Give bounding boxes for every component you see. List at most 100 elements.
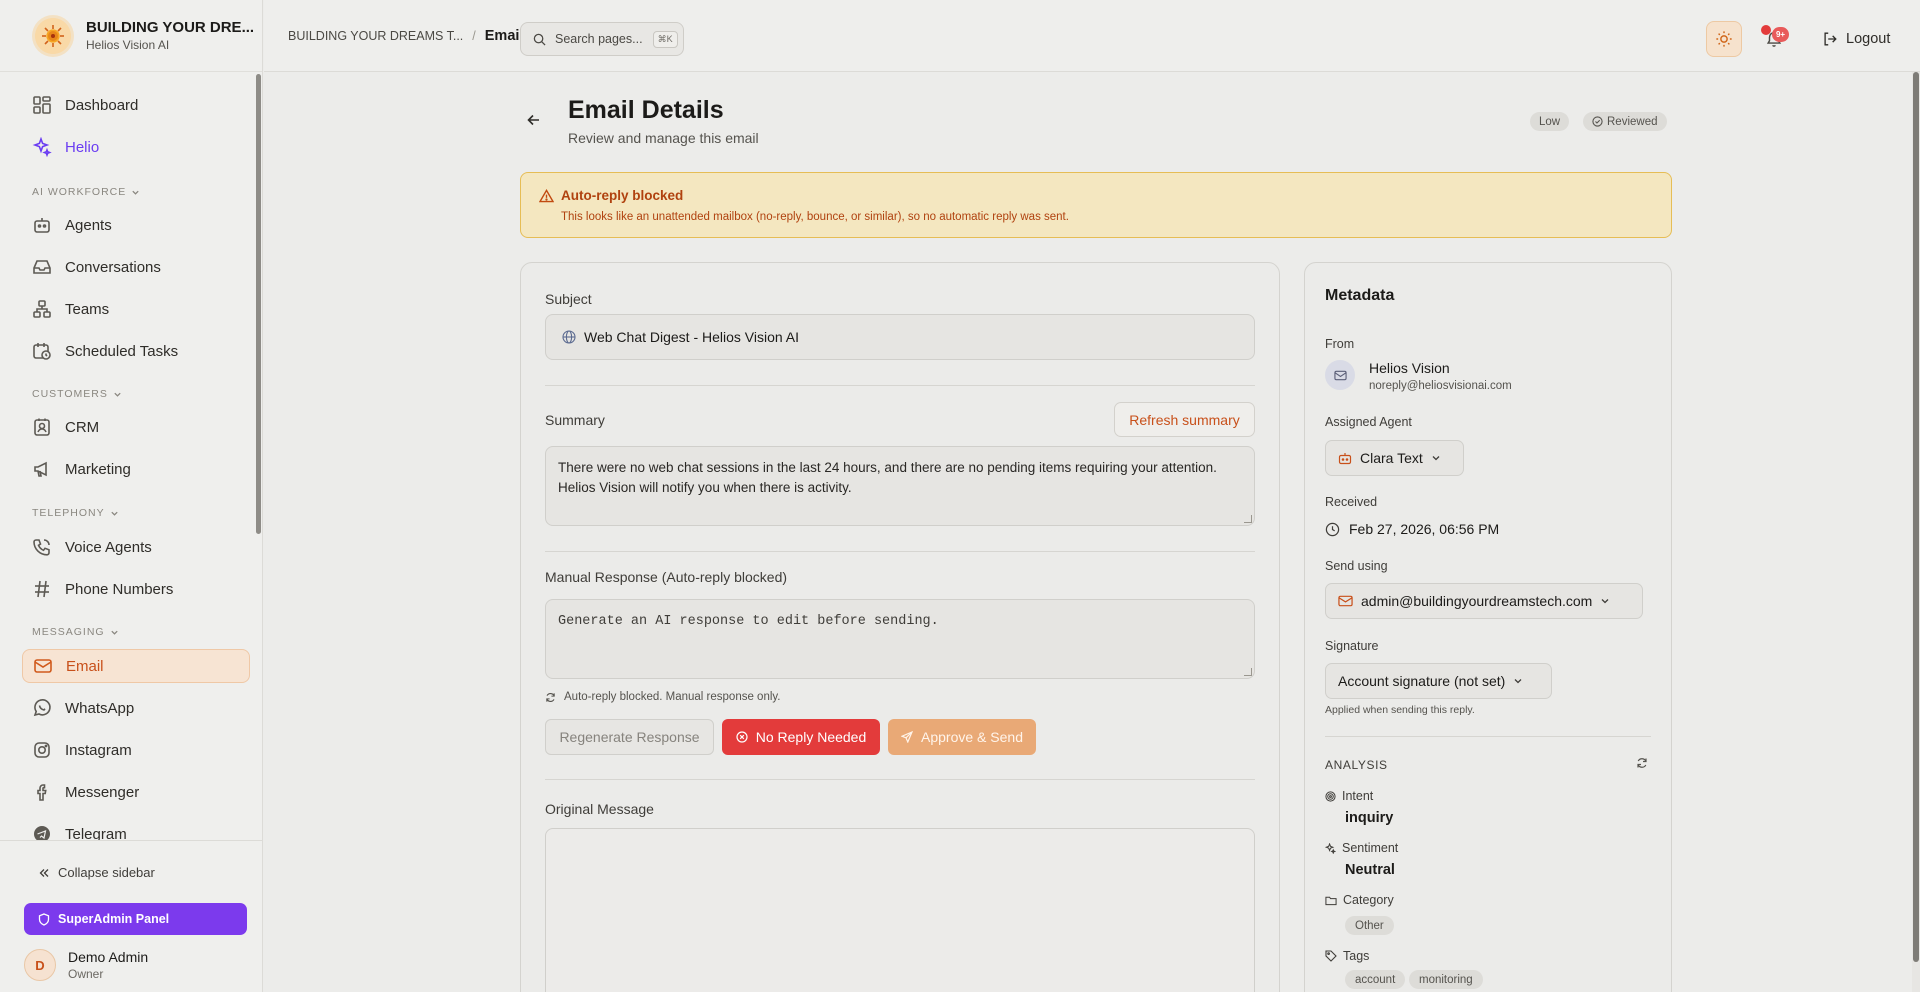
sidebar-item-agents[interactable]: Agents <box>22 208 250 242</box>
whatsapp-icon <box>33 699 51 717</box>
page-scrollbar-thumb[interactable] <box>1913 72 1919 962</box>
arrow-left-icon <box>527 114 539 126</box>
send-using-select[interactable]: admin@buildingyourdreamstech.com <box>1325 583 1643 619</box>
clock-icon <box>1325 522 1340 536</box>
chevron-down-icon <box>114 392 121 397</box>
sun-icon <box>1716 31 1732 47</box>
sidebar-item-label: Helio <box>65 138 100 156</box>
sidebar-item-label: Email <box>66 657 104 675</box>
sidebar-scrollbar[interactable] <box>256 74 261 534</box>
email-card: Subject Web Chat Digest - Helios Vision … <box>520 262 1280 992</box>
chevron-down-icon <box>1514 679 1522 684</box>
sidebar-item-label: Instagram <box>65 741 132 759</box>
robot-icon <box>34 218 50 233</box>
regenerate-label: Regenerate Response <box>559 729 700 745</box>
from-label: From <box>1325 337 1355 351</box>
refresh-icon <box>546 692 555 702</box>
status-label: Reviewed <box>1607 115 1658 128</box>
sidebar-item-phone-numbers[interactable]: Phone Numbers <box>22 572 250 606</box>
section-messaging[interactable]: MESSAGING <box>32 626 119 638</box>
section-ai-workforce[interactable]: AI WORKFORCE <box>32 186 140 198</box>
notification-dot <box>1761 25 1771 35</box>
sidebar-item-label: Phone Numbers <box>65 580 174 598</box>
manual-response-textarea[interactable]: Generate an AI response to edit before s… <box>545 599 1255 679</box>
sidebar-item-label: Messenger <box>65 783 140 801</box>
signature-value: Account signature (not set) <box>1338 673 1506 689</box>
sidebar-item-crm[interactable]: CRM <box>22 410 250 444</box>
page-scrollbar[interactable] <box>1912 72 1920 992</box>
summary-textarea[interactable]: There were no web chat sessions in the l… <box>545 446 1255 526</box>
facebook-icon <box>37 784 47 801</box>
intent-label-text: Intent <box>1342 789 1374 803</box>
sidebar: BUILDING YOUR DRE... Helios Vision AI Da… <box>0 0 263 992</box>
sidebar-item-messenger[interactable]: Messenger <box>22 775 250 809</box>
sidebar-item-marketing[interactable]: Marketing <box>22 452 250 486</box>
breadcrumb-parent[interactable]: BUILDING YOUR DREAMS T... <box>288 29 463 43</box>
sidebar-item-voice-agents[interactable]: Voice Agents <box>22 530 250 564</box>
chevron-down-icon <box>132 190 139 195</box>
theme-toggle-button[interactable] <box>1706 21 1742 57</box>
analysis-heading: ANALYSIS <box>1325 758 1388 772</box>
resize-handle[interactable] <box>1244 668 1252 676</box>
superadmin-panel-button[interactable]: SuperAdmin Panel <box>24 903 247 935</box>
sidebar-item-label: Teams <box>65 300 110 318</box>
section-telephony[interactable]: TELEPHONY <box>32 507 119 519</box>
breadcrumb-separator: / <box>472 29 476 43</box>
category-label: Category <box>1325 893 1394 907</box>
logout-label: Logout <box>1846 31 1891 47</box>
send-using-label: Send using <box>1325 559 1388 573</box>
chevron-down-icon <box>1432 456 1440 461</box>
sidebar-item-instagram[interactable]: Instagram <box>22 733 250 767</box>
sidebar-item-whatsapp[interactable]: WhatsApp <box>22 691 250 725</box>
sidebar-item-email[interactable]: Email <box>22 649 250 683</box>
brand-title: BUILDING YOUR DRE... <box>86 19 255 36</box>
check-circle-icon <box>1592 116 1603 127</box>
sentiment-value: Neutral <box>1345 862 1395 878</box>
manual-response-placeholder: Generate an AI response to edit before s… <box>558 614 939 629</box>
subject-field[interactable]: Web Chat Digest - Helios Vision AI <box>545 314 1255 360</box>
priority-label: Low <box>1539 115 1561 128</box>
sidebar-item-helio[interactable]: Helio <box>22 130 250 164</box>
hash-icon <box>35 580 49 598</box>
search-input[interactable]: Search pages... ⌘K <box>520 22 684 56</box>
breadcrumb-current: Email <box>484 28 524 44</box>
user-menu[interactable]: D Demo Admin Owner <box>24 949 148 981</box>
globe-icon <box>562 330 576 344</box>
send-using-value: admin@buildingyourdreamstech.com <box>1361 593 1593 609</box>
mail-icon <box>1338 595 1353 607</box>
no-reply-needed-button[interactable]: No Reply Needed <box>722 719 880 755</box>
back-button[interactable] <box>526 112 546 132</box>
sidebar-item-label: Conversations <box>65 258 161 276</box>
signature-select[interactable]: Account signature (not set) <box>1325 663 1552 699</box>
collapse-sidebar-label: Collapse sidebar <box>58 865 155 880</box>
tag-icon <box>1325 950 1337 962</box>
sidebar-item-scheduled-tasks[interactable]: Scheduled Tasks <box>22 334 250 368</box>
status-badge: Reviewed <box>1583 112 1667 131</box>
sidebar-item-conversations[interactable]: Conversations <box>22 250 250 284</box>
search-icon <box>533 33 546 46</box>
divider <box>545 551 1255 552</box>
sparkles-icon <box>32 137 52 157</box>
refresh-summary-button[interactable]: Refresh summary <box>1114 402 1255 437</box>
assigned-agent-select[interactable]: Clara Text <box>1325 440 1464 476</box>
contact-icon <box>34 418 50 436</box>
sidebar-item-dashboard[interactable]: Dashboard <box>22 88 250 122</box>
manual-response-label: Manual Response (Auto-reply blocked) <box>545 569 788 585</box>
assigned-agent-label: Assigned Agent <box>1325 415 1412 429</box>
approve-send-button[interactable]: Approve & Send <box>888 719 1036 755</box>
logout-button[interactable]: Logout <box>1822 22 1890 56</box>
target-icon <box>1325 790 1336 802</box>
sidebar-item-teams[interactable]: Teams <box>22 292 250 326</box>
refresh-analysis-button[interactable] <box>1636 757 1648 769</box>
sender-name: Helios Vision <box>1369 360 1450 376</box>
sidebar-item-telegram[interactable]: Telegram <box>22 817 250 840</box>
notification-count-badge: 9+ <box>1772 27 1789 42</box>
sidebar-item-label: Agents <box>65 216 112 234</box>
section-customers[interactable]: CUSTOMERS <box>32 388 122 400</box>
alert-text: This looks like an unattended mailbox (n… <box>561 211 1069 223</box>
sparkles-icon <box>1325 842 1336 854</box>
resize-handle[interactable] <box>1244 515 1252 523</box>
regenerate-response-button[interactable]: Regenerate Response <box>545 719 714 755</box>
collapse-sidebar-button[interactable]: Collapse sidebar <box>38 865 155 880</box>
brand[interactable]: BUILDING YOUR DRE... Helios Vision AI <box>0 0 262 72</box>
